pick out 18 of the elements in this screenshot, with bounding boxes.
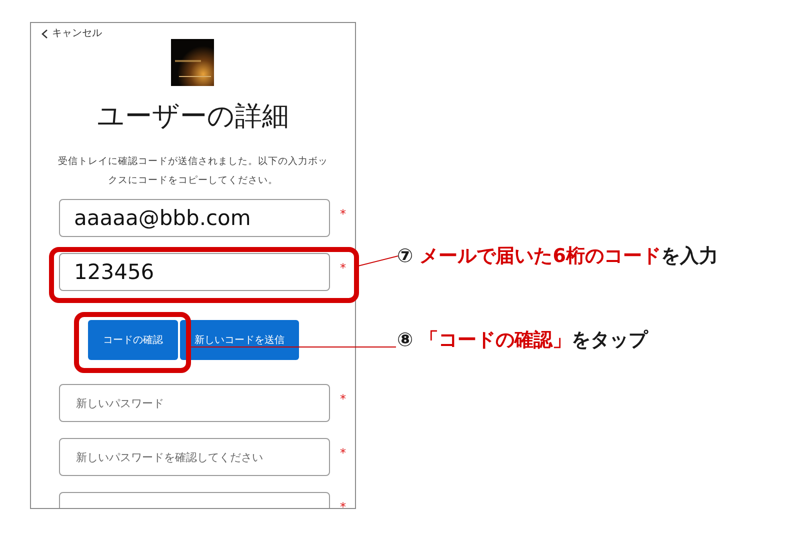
- leader-line: [358, 255, 398, 267]
- action-button[interactable]: コードの確認: [88, 320, 178, 360]
- input-field[interactable]: 新しいパスワード: [59, 384, 330, 422]
- required-asterisk: *: [340, 392, 346, 406]
- action-button[interactable]: 新しいコードを送信: [180, 320, 299, 360]
- input-field[interactable]: aaaaa@bbb.com: [59, 199, 330, 237]
- required-asterisk: *: [340, 261, 346, 275]
- required-asterisk: *: [340, 207, 346, 221]
- input-field[interactable]: 123456: [59, 253, 330, 291]
- page-title: ユーザーの詳細: [97, 100, 289, 134]
- back-chevron-icon[interactable]: [41, 29, 48, 39]
- cancel-link[interactable]: キャンセル: [52, 28, 102, 40]
- required-asterisk: *: [340, 446, 346, 460]
- instruction-text: 受信トレイに確認コードが送信されました。以下の入力ボックスにコードをコピーしてください。: [57, 155, 329, 188]
- required-asterisk: *: [340, 500, 346, 508]
- annotation-text: ⑧ 「コードの確認」をタップ: [397, 329, 648, 351]
- input-field[interactable]: 新しいパスワードを確認してください: [59, 438, 330, 476]
- annotation-text: ⑦ メールで届いた6桁のコードを入力: [397, 245, 718, 267]
